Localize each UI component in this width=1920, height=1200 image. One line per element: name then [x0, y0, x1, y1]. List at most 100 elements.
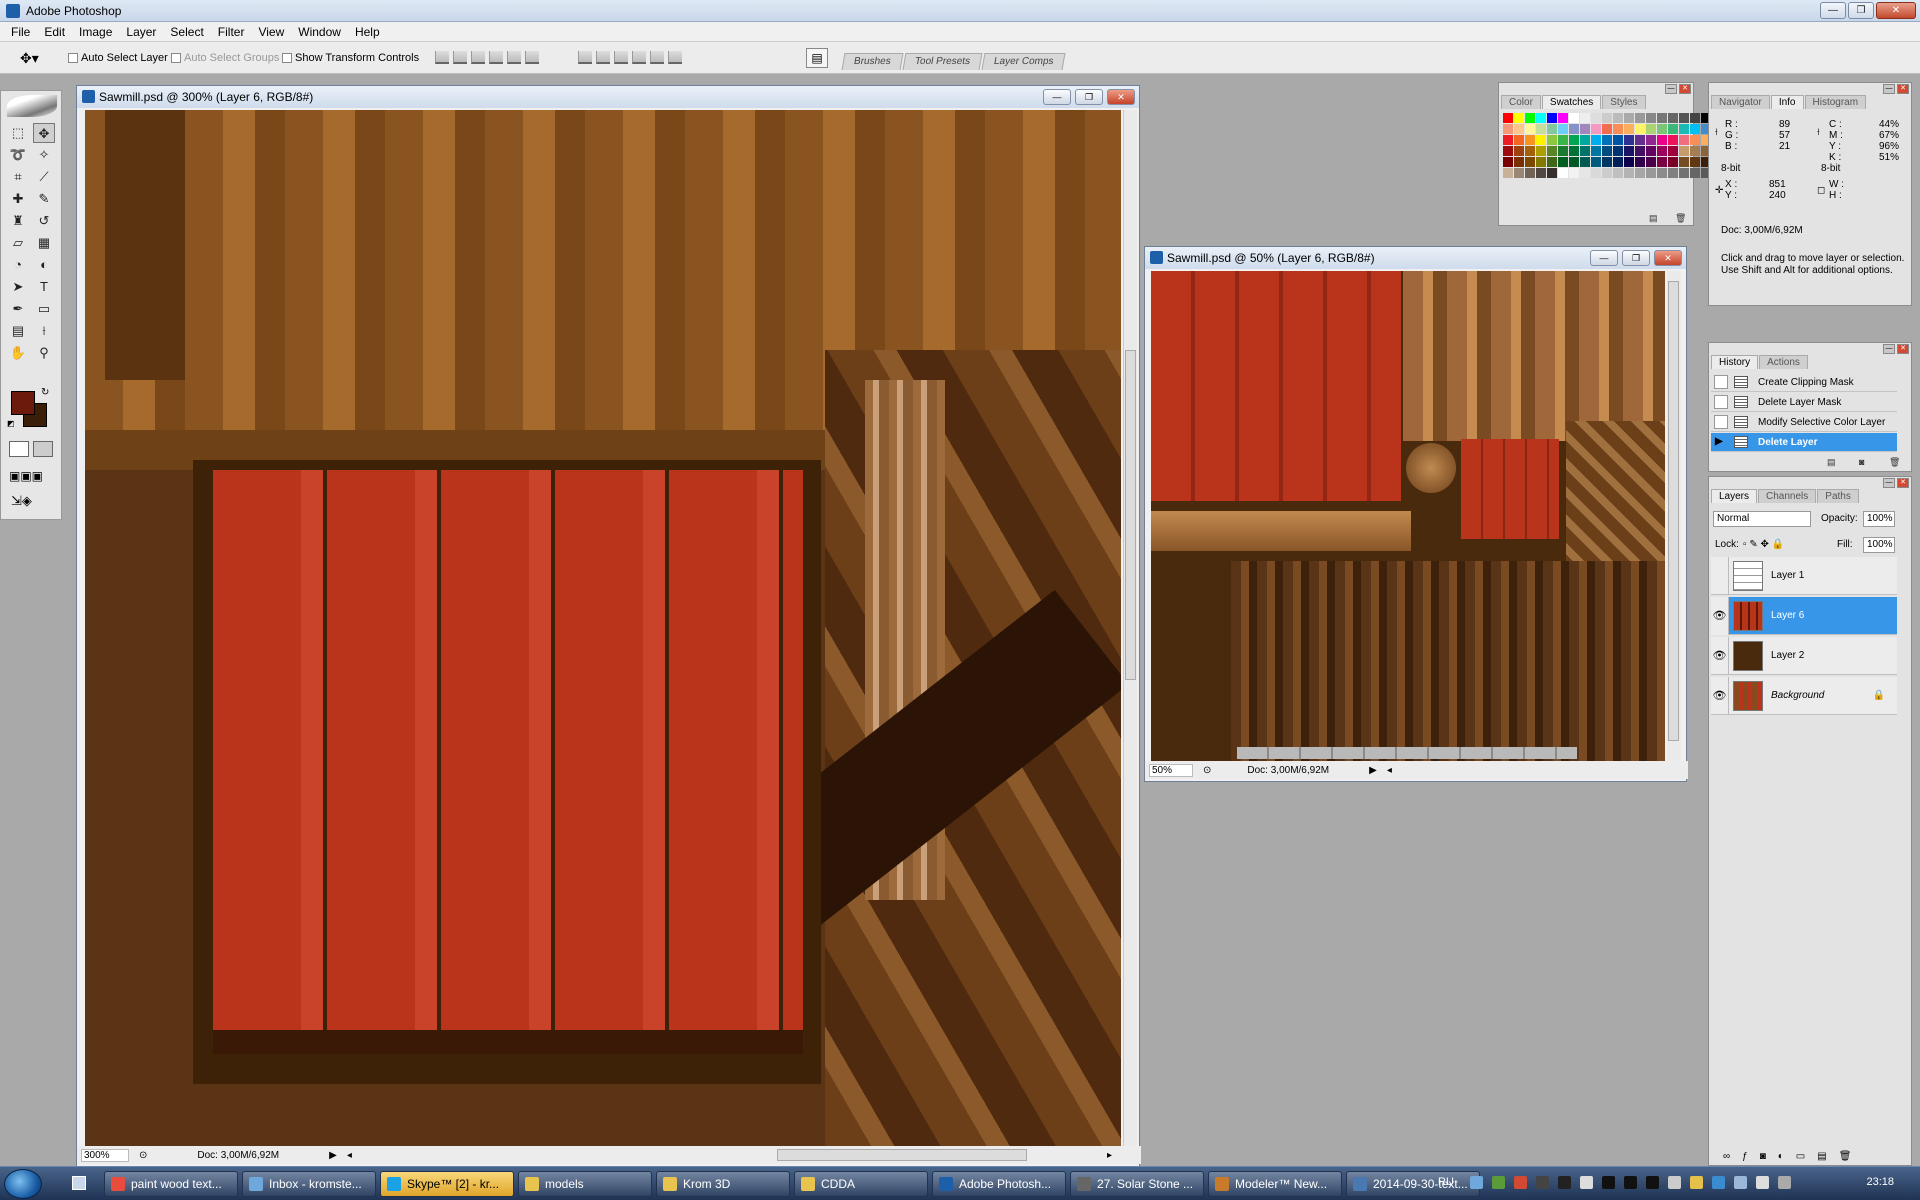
- scroll-thumb[interactable]: [1668, 281, 1679, 741]
- swatch[interactable]: [1580, 124, 1590, 134]
- swatch-grid[interactable]: [1503, 113, 1711, 178]
- layer-row-selected[interactable]: 👁 Layer 6: [1711, 596, 1897, 635]
- tab-paths[interactable]: Paths: [1817, 489, 1859, 503]
- show-desktop-icon[interactable]: [72, 1176, 86, 1190]
- panel-close-icon[interactable]: ✕: [1897, 84, 1909, 94]
- align-top-icon[interactable]: [435, 51, 449, 64]
- swatch[interactable]: [1613, 113, 1623, 123]
- swatch[interactable]: [1668, 113, 1678, 123]
- tray-icon[interactable]: [1558, 1176, 1571, 1189]
- swatch[interactable]: [1580, 146, 1590, 156]
- layer-row[interactable]: 👁 Layer 2: [1711, 636, 1897, 675]
- swatch[interactable]: [1558, 168, 1568, 178]
- tab-swatches[interactable]: Swatches: [1541, 95, 1602, 109]
- swatch[interactable]: [1668, 168, 1678, 178]
- swatch[interactable]: [1525, 168, 1535, 178]
- swatch[interactable]: [1525, 157, 1535, 167]
- tray-icon[interactable]: [1470, 1176, 1483, 1189]
- swatch[interactable]: [1591, 135, 1601, 145]
- history-item[interactable]: Delete Layer Mask: [1711, 393, 1897, 412]
- menu-edit[interactable]: Edit: [37, 25, 72, 39]
- swatch[interactable]: [1679, 135, 1689, 145]
- swatch[interactable]: [1679, 157, 1689, 167]
- link-layers-icon[interactable]: ∞: [1723, 1151, 1730, 1162]
- swatch[interactable]: [1591, 113, 1601, 123]
- delete-state-icon[interactable]: 🗑: [1889, 457, 1900, 468]
- gradient-tool-icon[interactable]: ▦: [33, 233, 55, 253]
- swatch[interactable]: [1503, 168, 1513, 178]
- horizontal-scrollbar[interactable]: [777, 1149, 1027, 1161]
- swatch[interactable]: [1624, 124, 1634, 134]
- swatch[interactable]: [1503, 157, 1513, 167]
- status-arrow-icon[interactable]: ▶: [1369, 765, 1377, 776]
- swatch[interactable]: [1547, 157, 1557, 167]
- align-hcenter-icon[interactable]: [507, 51, 521, 64]
- history-item-selected[interactable]: ▶ Delete Layer: [1711, 433, 1897, 452]
- taskbar-item[interactable]: 27. Solar Stone ...: [1070, 1171, 1204, 1197]
- taskbar-item[interactable]: Adobe Photosh...: [932, 1171, 1066, 1197]
- panel-close-icon[interactable]: ✕: [1897, 344, 1909, 354]
- taskbar-item[interactable]: CDDA: [794, 1171, 928, 1197]
- swatch[interactable]: [1514, 157, 1524, 167]
- swatch[interactable]: [1613, 168, 1623, 178]
- lasso-tool-icon[interactable]: ➰: [7, 145, 29, 165]
- tray-icon[interactable]: [1492, 1176, 1505, 1189]
- default-colors-icon[interactable]: ◩: [7, 419, 15, 428]
- tab-layer-comps[interactable]: Layer Comps: [981, 53, 1066, 70]
- tab-navigator[interactable]: Navigator: [1711, 95, 1770, 109]
- swatch[interactable]: [1690, 157, 1700, 167]
- media-next-icon[interactable]: [1646, 1176, 1659, 1189]
- swatch[interactable]: [1657, 113, 1667, 123]
- vertical-scrollbar[interactable]: [1123, 110, 1137, 1146]
- left-arrow-icon[interactable]: ◂: [1387, 765, 1392, 776]
- doc-close-button[interactable]: ✕: [1654, 250, 1682, 266]
- new-document-from-state-icon[interactable]: ▤: [1827, 457, 1836, 468]
- swatch[interactable]: [1624, 168, 1634, 178]
- align-left-icon[interactable]: [489, 51, 503, 64]
- mail-icon[interactable]: [1668, 1176, 1681, 1189]
- swatch[interactable]: [1690, 113, 1700, 123]
- panel-minimize-icon[interactable]: —: [1883, 344, 1895, 354]
- history-source-box[interactable]: [1714, 395, 1728, 409]
- tab-tool-presets[interactable]: Tool Presets: [902, 53, 983, 70]
- new-group-icon[interactable]: ▭: [1796, 1151, 1805, 1162]
- swatch[interactable]: [1591, 124, 1601, 134]
- swatch[interactable]: [1624, 113, 1634, 123]
- history-source-box[interactable]: ▶: [1714, 435, 1728, 449]
- swatch[interactable]: [1635, 157, 1645, 167]
- notes-tool-icon[interactable]: ▤: [7, 321, 29, 341]
- menu-window[interactable]: Window: [291, 25, 348, 39]
- close-button[interactable]: ✕: [1876, 2, 1916, 19]
- swatch[interactable]: [1613, 124, 1623, 134]
- menu-select[interactable]: Select: [163, 25, 210, 39]
- image-canvas[interactable]: [85, 110, 1121, 1146]
- opacity-input[interactable]: 100%: [1863, 511, 1895, 527]
- distribute-left-icon[interactable]: [632, 51, 646, 64]
- status-menu-icon[interactable]: ⊙: [1203, 765, 1211, 776]
- swatch[interactable]: [1514, 124, 1524, 134]
- history-item[interactable]: Modify Selective Color Layer: [1711, 413, 1897, 432]
- zoom-tool-icon[interactable]: ⚲: [33, 343, 55, 363]
- swatch[interactable]: [1679, 146, 1689, 156]
- doc-maximize-button[interactable]: ❐: [1622, 250, 1650, 266]
- swatch[interactable]: [1635, 168, 1645, 178]
- delete-layer-icon[interactable]: 🗑: [1839, 1151, 1852, 1162]
- swatch[interactable]: [1657, 146, 1667, 156]
- swatch[interactable]: [1646, 146, 1656, 156]
- swatch[interactable]: [1503, 124, 1513, 134]
- swatch[interactable]: [1613, 135, 1623, 145]
- swatch[interactable]: [1679, 124, 1689, 134]
- status-arrow-icon[interactable]: ▶: [329, 1150, 337, 1161]
- swatch[interactable]: [1536, 157, 1546, 167]
- swatch[interactable]: [1668, 146, 1678, 156]
- language-indicator[interactable]: RU: [1438, 1176, 1454, 1188]
- screen-mode-icon[interactable]: ▣▣▣: [9, 469, 43, 483]
- menu-file[interactable]: File: [4, 25, 37, 39]
- blur-tool-icon[interactable]: ◔: [7, 255, 29, 275]
- swatch[interactable]: [1624, 157, 1634, 167]
- swatch[interactable]: [1569, 146, 1579, 156]
- swatch[interactable]: [1602, 168, 1612, 178]
- swatch[interactable]: [1690, 135, 1700, 145]
- scroll-thumb[interactable]: [1125, 350, 1136, 680]
- swatch[interactable]: [1602, 146, 1612, 156]
